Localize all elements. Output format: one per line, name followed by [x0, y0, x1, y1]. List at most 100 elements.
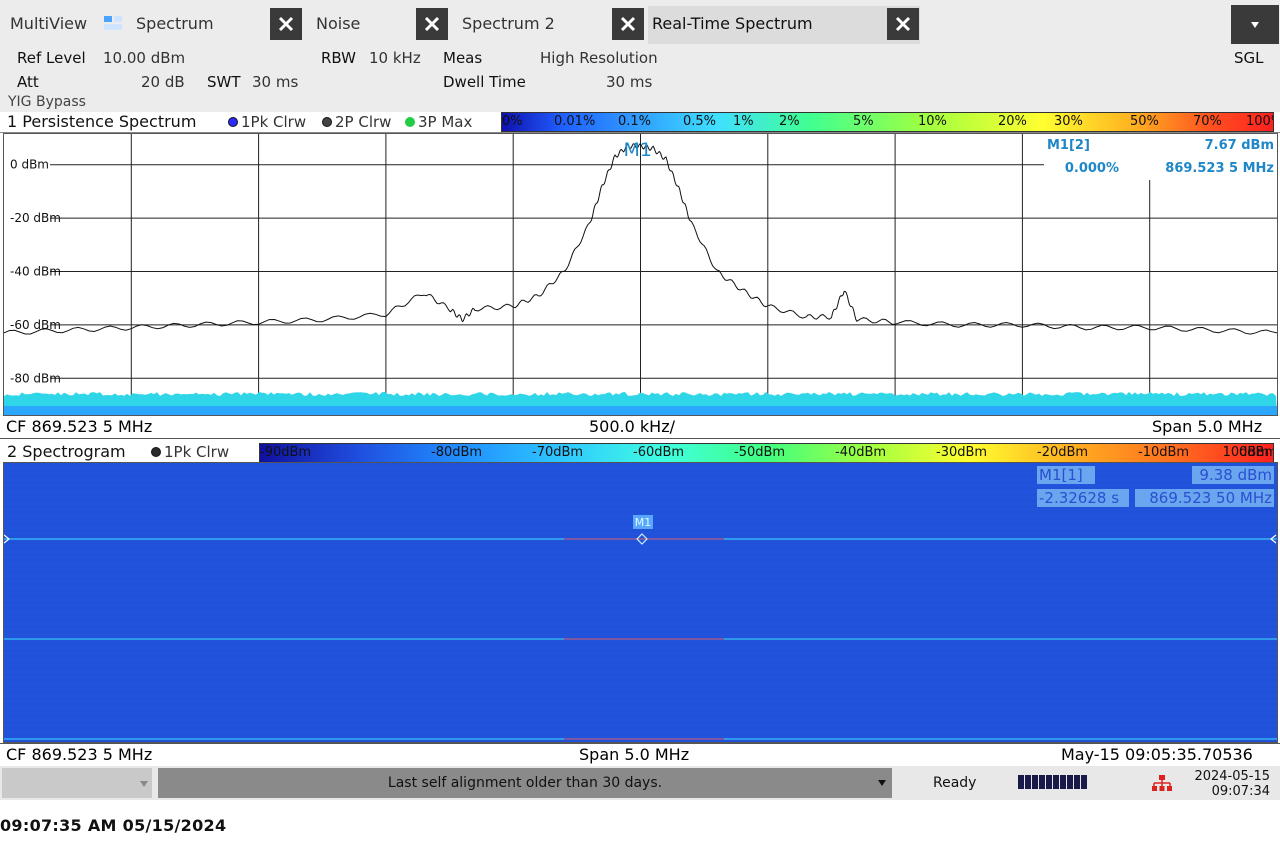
trace-3-label: 3P Max [418, 113, 473, 131]
tab-spectrum[interactable]: Spectrum [126, 6, 214, 40]
colorbar-label: 0.01% [554, 114, 596, 129]
alignment-message-text: Last self alignment older than 30 days. [387, 775, 663, 791]
spectrogram-row [4, 601, 1277, 604]
status-bar: Last self alignment older than 30 days. … [0, 766, 1280, 800]
att-label: Att [17, 73, 39, 91]
spectrogram-trace-chip[interactable]: 1Pk Clrw [151, 443, 229, 461]
panel1-span: Span 5.0 MHz [1152, 417, 1263, 436]
spectrogram-row [4, 733, 1277, 736]
spectrogram-header[interactable]: 2 Spectrogram 1Pk Clrw -90dBm -80dBm -70dB… [0, 438, 1280, 463]
status-left-dropdown[interactable] [2, 768, 152, 798]
trace-1-dot-icon [228, 117, 238, 127]
colorbar-label: 10% [918, 114, 947, 129]
trace-3-dot-icon [405, 117, 415, 127]
spectrogram-display[interactable]: M1 M1[1] 9.38 dBm -2.32628 s 869.523 50 MHz [3, 462, 1278, 743]
colorbar-label: 50% [1130, 114, 1159, 129]
panel1-title: 1 Persistence Spectrum [7, 112, 197, 131]
spectrogram-row [4, 715, 1277, 718]
spectrogram-row [4, 709, 1277, 712]
spectrogram-row [4, 571, 1277, 574]
persistence-floor [4, 406, 1277, 415]
panel2-span: Span 5.0 MHz [579, 745, 690, 764]
spectrogram-row [4, 643, 1277, 646]
colorbar-label: -70dBm [532, 445, 584, 460]
marker-info-level: 9.38 dBm [1199, 466, 1272, 484]
colorbar-label: 0.5% [683, 114, 717, 129]
marker-info-name: M1[1] [1039, 466, 1083, 484]
spectrogram-row [4, 667, 1277, 670]
ref-level-value: 10.00 dBm [103, 49, 186, 67]
colorbar-label: -20dBm [1037, 445, 1089, 460]
y-tick-label: -20 dBm [10, 211, 61, 225]
status-datetime: 2024-05-15 09:07:34 [1186, 769, 1270, 799]
spectrogram-colorbar: -90dBm -80dBm -70dBm -60dBm -50dBm -40dBm -30d… [259, 443, 1274, 463]
trace-2-chip[interactable]: 2P Clrw [322, 113, 391, 131]
swt-label: SWT [207, 73, 241, 91]
dwell-time-value: 30 ms [606, 73, 653, 91]
spectrogram-row [4, 619, 1277, 622]
spectrogram-row [4, 685, 1277, 688]
persistence-spectrum-header[interactable]: 1 Persistence Spectrum 1Pk Clrw 2P Clrw … [0, 112, 1280, 133]
status-ready: Ready [933, 775, 977, 791]
spectrogram-row [4, 649, 1277, 652]
spectrogram-row [4, 661, 1277, 664]
y-tick-label: 0 dBm [10, 158, 49, 172]
spectrogram-row [4, 583, 1277, 586]
tab-multiview[interactable]: MultiView [0, 6, 87, 40]
caret-down-icon [1251, 22, 1259, 28]
alignment-message[interactable]: Last self alignment older than 30 days. [158, 768, 892, 798]
marker-m1-label[interactable]: M1 [624, 139, 652, 161]
colorbar-label: -10dBm [1138, 445, 1190, 460]
settings-panel[interactable]: Ref Level 10.00 dBm Att 20 dB SWT 30 ms … [0, 44, 1280, 112]
spectrogram-row [4, 673, 1277, 676]
spectrum-plot[interactable]: 0 dBm -20 dBm -40 dBm -60 dBm -80 dBm M1 M1[2]… [3, 134, 1278, 415]
colorbar-label: -40dBm [835, 445, 887, 460]
panel1-div: 500.0 kHz/ [589, 417, 675, 436]
colorbar-label: 20% [998, 114, 1027, 129]
spectrogram-plot[interactable]: M1 M1[1] 9.38 dBm -2.32628 s 869.523 50 MHz [4, 463, 1277, 742]
marker-info-time: -2.32628 s [1039, 489, 1119, 507]
tab-spectrum-2-close-icon[interactable] [612, 8, 644, 40]
colorbar-label: 0.1% [618, 114, 652, 129]
tab-realtime-close-icon[interactable] [887, 8, 919, 40]
network-icon[interactable] [1152, 775, 1172, 791]
spectrogram-row [4, 577, 1277, 580]
colorbar-label: -80dBm [431, 445, 483, 460]
spectrogram-row [4, 547, 1277, 550]
spectrogram-row [4, 565, 1277, 568]
trace-1-chip[interactable]: 1Pk Clrw [228, 113, 306, 131]
spectrogram-row [4, 727, 1277, 730]
trace-3-chip[interactable]: 3P Max [405, 113, 472, 131]
ref-level-label: Ref Level [17, 49, 86, 67]
spectrogram-row [4, 721, 1277, 724]
spectrogram-row [4, 553, 1277, 556]
colorbar-label: -90dBm [260, 445, 312, 460]
persistence-spectrum-graph[interactable]: 0 dBm -20 dBm -40 dBm -60 dBm -80 dBm M1 M1[2]… [3, 133, 1278, 416]
panel2-title: 2 Spectrogram [7, 442, 126, 461]
trace-2-dot-icon [322, 117, 332, 127]
att-value: 20 dB [141, 73, 185, 91]
tab-realtime-spectrum[interactable]: Real-Time Spectrum [648, 6, 920, 44]
colorbar-label: 30% [1054, 114, 1083, 129]
spectrogram-row [4, 559, 1277, 562]
caret-down-icon [140, 781, 148, 787]
spectrogram-row [4, 703, 1277, 706]
spectrogram-row [4, 463, 1277, 466]
y-tick-label: -60 dBm [10, 318, 61, 332]
marker-info-freq: 869.523 5 MHz [1165, 161, 1274, 176]
trace-1-label: 1Pk Clrw [241, 113, 307, 131]
colorbar-label: 70% [1193, 114, 1222, 129]
tab-spectrum-2[interactable]: Spectrum 2 [452, 6, 555, 40]
tab-spectrum-close-icon[interactable] [270, 8, 302, 40]
tab-noise-label: Noise [316, 13, 361, 33]
panel2-footer: CF 869.523 5 MHz Span 5.0 MHz May-15 09:… [0, 743, 1280, 765]
spectrogram-row [4, 589, 1277, 592]
tab-noise-close-icon[interactable] [416, 8, 448, 40]
tab-noise[interactable]: Noise [306, 6, 360, 40]
panel2-cf: CF 869.523 5 MHz [6, 745, 153, 764]
y-tick-label: -40 dBm [10, 264, 61, 278]
colorbar-label: -60dBm [633, 445, 685, 460]
tab-spectrum-label: Spectrum [136, 13, 214, 33]
spectrogram-row [4, 511, 1277, 514]
dropdown-menu-button[interactable] [1231, 5, 1279, 45]
